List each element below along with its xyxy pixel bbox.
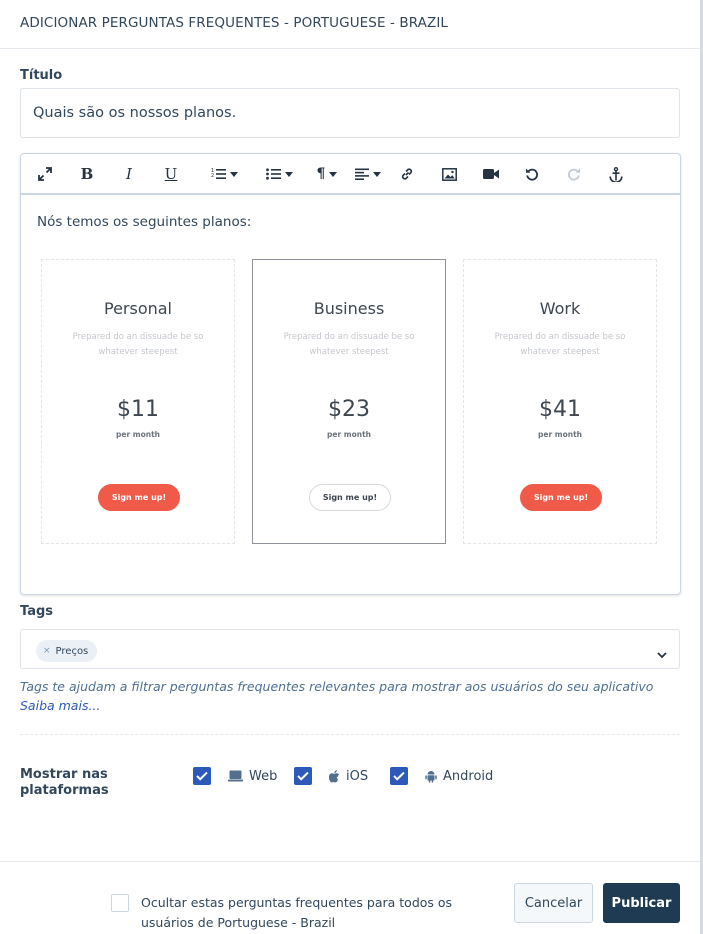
fullscreen-icon[interactable] [35,162,55,186]
paragraph-icon[interactable]: ¶ [312,162,342,186]
anchor-icon[interactable] [608,162,624,186]
platform-web: Web [193,767,277,785]
dialog-title: ADICIONAR PERGUNTAS FREQUENTES - PORTUGU… [20,15,449,31]
android-checkbox[interactable] [390,767,408,785]
tags-help-text: Tags te ajudam a filtrar perguntas frequ… [20,677,680,715]
hide-faq-checkbox[interactable] [111,894,129,912]
plan-price: $41 [539,397,581,422]
rich-text-editor: B I U 12 ¶ Nós temos os seguintes planos… [20,153,681,595]
plan-card-work: Work Prepared do an dissuade be so whate… [463,259,657,544]
title-input[interactable] [20,88,680,138]
plan-card-personal: Personal Prepared do an dissuade be so w… [41,259,235,544]
underline-glyph: U [164,165,178,183]
chevron-down-icon [373,171,381,177]
italic-glyph: I [126,165,132,183]
plan-period: per month [116,430,160,439]
tags-help: Tags te ajudam a filtrar perguntas frequ… [20,679,654,694]
italic-icon[interactable]: I [122,162,136,186]
align-icon[interactable] [353,162,383,186]
plan-description: Prepared do an dissuade be so whatever s… [494,332,626,357]
editor-intro-text: Nós temos os seguintes planos: [37,214,252,230]
title-label: Título [20,68,63,83]
video-icon[interactable] [482,162,500,186]
section-divider [20,734,680,735]
sign-up-button[interactable]: Sign me up! [309,484,391,511]
platform-label: iOS [346,768,369,784]
bold-icon[interactable]: B [79,162,95,186]
plan-description: Prepared do an dissuade be so whatever s… [283,332,415,357]
tags-select[interactable]: × Preços [20,629,680,669]
plan-name: Business [313,299,385,318]
plan-card-business: Business Prepared do an dissuade be so w… [252,259,446,544]
undo-icon[interactable] [524,162,540,186]
editor-content[interactable]: Nós temos os seguintes planos: Personal … [21,197,680,594]
apple-icon [329,769,340,783]
plan-description: Prepared do an dissuade be so whatever s… [72,332,204,357]
ordered-list-icon[interactable]: 12 [205,162,243,186]
platforms-label: Mostrar nas plataformas [20,767,109,798]
plan-name: Personal [103,299,172,318]
plan-price: $23 [328,397,370,422]
dialog-footer: Ocultar estas perguntas frequentes para … [0,861,700,934]
tag-chip: × Preços [36,640,98,662]
remove-tag-icon[interactable]: × [43,646,51,656]
bold-glyph: B [80,165,94,183]
plan-period: per month [327,430,371,439]
editor-toolbar: B I U 12 ¶ [21,154,680,195]
platform-android: Android [390,767,493,785]
chevron-down-icon [284,171,293,177]
plan-price: $11 [117,397,159,422]
web-checkbox[interactable] [193,767,211,785]
plan-name: Work [539,299,581,318]
sign-up-button[interactable]: Sign me up! [98,484,180,511]
android-icon [425,770,437,783]
cancel-button[interactable]: Cancelar [514,883,593,923]
learn-more-link[interactable]: Saiba mais... [20,698,100,713]
chevron-down-icon [229,171,238,177]
tag-label: Preços [55,645,89,657]
hide-faq-label: Ocultar estas perguntas frequentes para … [141,895,453,930]
desktop-icon [228,770,243,782]
chevron-down-icon [329,171,338,177]
platform-label: Android [443,768,494,784]
paragraph-glyph: ¶ [316,166,326,182]
ios-checkbox[interactable] [294,767,312,785]
sign-up-button[interactable]: Sign me up! [520,484,602,511]
redo-icon[interactable] [566,162,582,186]
chevron-down-icon[interactable] [657,644,667,663]
unordered-list-icon[interactable] [260,162,298,186]
plan-period: per month [538,430,582,439]
svg-text:2: 2 [211,173,214,179]
dialog-header: ADICIONAR PERGUNTAS FREQUENTES - PORTUGU… [0,0,700,49]
underline-icon[interactable]: U [163,162,179,186]
image-icon[interactable] [441,162,457,186]
platform-ios: iOS [294,767,368,785]
tags-label: Tags [20,604,54,619]
platform-label: Web [249,768,278,784]
link-icon[interactable] [399,162,415,186]
publish-button[interactable]: Publicar [603,883,680,923]
